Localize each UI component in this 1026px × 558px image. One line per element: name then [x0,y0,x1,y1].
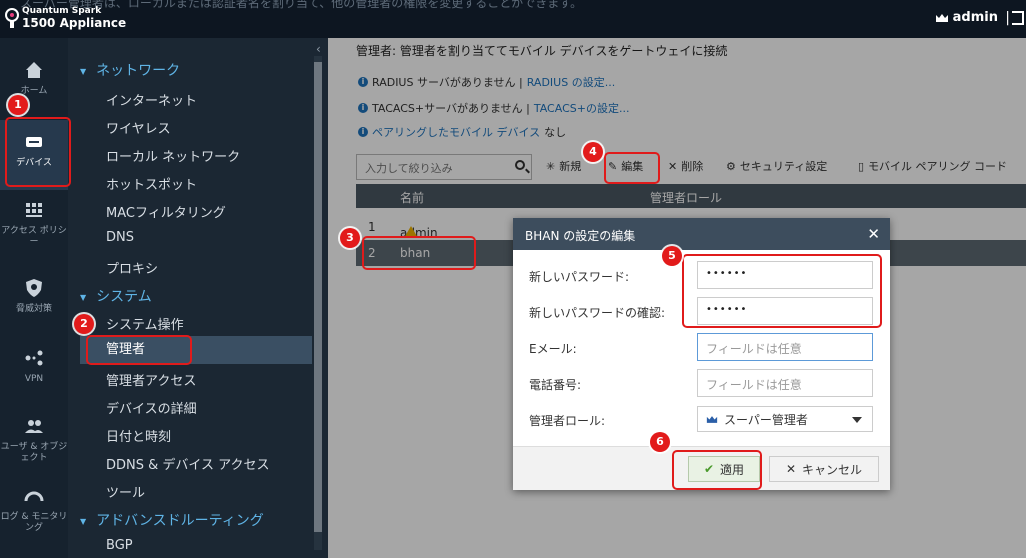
step-badge-2: 2 [74,314,94,334]
expand-icon: ▼ [80,66,87,76]
close-icon[interactable]: ✕ [867,225,880,243]
cancel-button[interactable]: ✕ キャンセル [769,456,879,482]
gauge-icon [24,491,44,502]
nav-users[interactable]: ユーザ & オブジェクト [0,416,68,486]
highlight-device [5,117,71,187]
step-badge-5: 5 [662,246,682,266]
topbar-divider: | [1005,10,1010,26]
app-root: スーパー管理者は、ローカルまたは認証者名を割り当て、他の管理者の権限を変更するこ… [0,0,1026,558]
subnav-item-bgp[interactable]: BGP [106,538,133,553]
expand-icon: ▼ [80,516,87,526]
subnav-item-admin-access[interactable]: 管理者アクセス [106,370,196,389]
nav-vpn-label: VPN [24,374,44,384]
subnav-item-device-details[interactable]: デバイスの詳細 [106,398,197,417]
nav-logs[interactable]: ログ & モニタリング [0,486,68,556]
confirm-password-label: 新しいパスワードの確認: [529,306,666,320]
email-field[interactable]: フィールドは任意 [697,333,873,361]
subnav-item-local-network[interactable]: ローカル ネットワーク [106,146,240,165]
nav-access-policy[interactable]: アクセス ポリシー [0,200,68,270]
nav-home-label: ホーム [20,86,48,96]
step-badge-6: 6 [650,432,670,452]
phone-field[interactable]: フィールドは任意 [697,369,873,397]
section-network[interactable]: ▼ ネットワーク [80,60,180,80]
subnav-scrollbar[interactable] [314,62,322,532]
phone-label: 電話番号: [529,378,582,392]
main-nav: ホーム デバイス アクセス ポリシー 脅威対策 VPN ユーザ & オブジェクト… [0,38,68,558]
nav-threat[interactable]: 脅威対策 [0,278,68,348]
role-value: スーパー管理者 [724,412,808,427]
collapse-icon[interactable]: ‹ [316,42,321,56]
section-advanced-routing[interactable]: ▼ アドバンスドルーティング [80,510,264,530]
top-bar: スーパー管理者は、ローカルまたは認証者名を割り当て、他の管理者の権限を変更するこ… [0,0,1026,38]
chevron-down-icon [852,417,862,423]
close-icon: ✕ [785,462,797,476]
user-menu[interactable]: admin [935,10,998,25]
nav-threat-label: 脅威対策 [15,304,52,314]
highlight-bhan-row [362,236,476,270]
section-advanced-routing-label: アドバンスドルーティング [96,513,264,529]
subnav-item-internet[interactable]: インターネット [106,90,197,109]
nav-vpn[interactable]: VPN [0,348,68,418]
nav-access-policy-label: アクセス ポリシー [1,226,67,247]
vpn-icon [25,350,43,366]
step-badge-1: 1 [8,95,28,115]
cancel-label: キャンセル [802,462,863,477]
checkpoint-logo-icon [5,8,19,28]
appliance-model: 1500 Appliance [22,16,127,30]
section-system-label: システム [96,289,152,305]
brand-name: Quantum Spark [22,6,102,16]
new-password-label: 新しいパスワード: [529,270,630,284]
grid-icon [26,203,42,217]
banner-text: スーパー管理者は、ローカルまたは認証者名を割り当て、他の管理者の権限を変更するこ… [20,0,583,10]
highlight-edit [604,152,660,184]
dialog-title: BHAN の設定の編集 [525,229,636,243]
subnav-item-tools[interactable]: ツール [106,482,145,501]
logout-icon[interactable] [1012,11,1024,25]
crown-icon [935,13,948,22]
dialog-header: BHAN の設定の編集 ✕ [513,218,890,250]
subnav-item-system-ops[interactable]: システム操作 [106,314,184,333]
subnav-item-date-time[interactable]: 日付と時刻 [106,426,171,445]
subnav-item-wireless[interactable]: ワイヤレス [106,118,171,137]
sub-nav: ‹ ▼ ネットワーク インターネット ワイヤレス ローカル ネットワーク ホットス… [68,38,328,558]
user-name: admin [952,10,998,25]
crown-icon [706,415,718,423]
home-icon [26,62,42,78]
subnav-item-proxy[interactable]: プロキシ [106,258,158,277]
subnav-item-dns[interactable]: DNS [106,230,134,245]
expand-icon: ▼ [80,292,87,302]
nav-logs-label: ログ & モニタリング [0,512,68,533]
role-select[interactable]: スーパー管理者 [697,406,873,432]
email-label: Eメール: [529,342,577,356]
role-label: 管理者ロール: [529,414,606,428]
section-network-label: ネットワーク [96,63,181,79]
subnav-item-ddns[interactable]: DDNS & デバイス アクセス [106,454,270,473]
users-icon [25,420,43,433]
section-system[interactable]: ▼ システム [80,286,152,306]
nav-users-label: ユーザ & オブジェクト [0,442,68,463]
step-badge-3: 3 [340,228,360,248]
shield-icon [26,279,42,297]
highlight-administrators [86,335,192,365]
highlight-apply [672,450,762,490]
subnav-item-hotspot[interactable]: ホットスポット [106,174,197,193]
subnav-item-mac-filtering[interactable]: MACフィルタリング [106,202,226,221]
step-badge-4: 4 [583,142,603,162]
highlight-passwords [682,254,882,328]
